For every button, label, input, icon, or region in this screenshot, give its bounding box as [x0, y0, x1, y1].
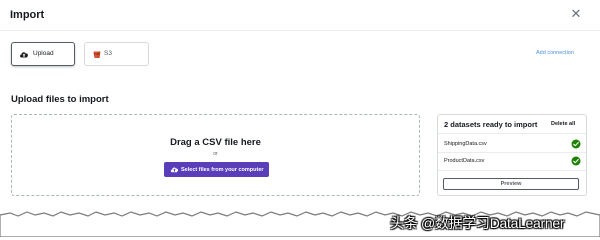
drag-instruction: Drag a CSV file here: [170, 137, 261, 148]
dialog-header: Import ✕: [0, 0, 600, 31]
upload-source-tile[interactable]: Upload: [11, 42, 75, 66]
dataset-file-name: ProductData.csv: [444, 158, 485, 164]
panel-divider: [438, 152, 586, 153]
panel-divider: [438, 170, 586, 171]
watermark: 头条 @数据学习DataLearner: [390, 215, 565, 231]
panel-divider: [438, 133, 586, 134]
import-dialog: Import ✕ Upload S3 Add connection Upload…: [0, 0, 600, 237]
check-circle-icon: [571, 139, 581, 149]
s3-source-tile[interactable]: S3: [84, 42, 149, 66]
dataset-row[interactable]: ShippingData.csv: [444, 139, 582, 150]
s3-source-label: S3: [104, 50, 112, 57]
dataset-file-name: ShippingData.csv: [444, 141, 487, 147]
check-circle-icon: [571, 156, 581, 166]
delete-all-button[interactable]: Delete all: [551, 121, 575, 127]
cloud-upload-icon: [20, 52, 28, 58]
add-connection-link[interactable]: Add connection: [536, 50, 574, 56]
datasets-panel-title: 2 datasets ready to import: [444, 120, 538, 129]
datasets-panel: 2 datasets ready to import Delete all Sh…: [437, 114, 587, 196]
upload-section-heading: Upload files to import: [11, 94, 109, 105]
dialog-title: Import: [10, 9, 45, 21]
or-separator: or: [213, 151, 218, 157]
preview-button[interactable]: Preview: [443, 178, 579, 190]
cloud-upload-icon: [170, 167, 179, 173]
upload-source-label: Upload: [33, 50, 54, 57]
csv-dropzone[interactable]: Drag a CSV file here or Select files fro…: [11, 114, 420, 196]
close-icon[interactable]: ✕: [569, 6, 583, 22]
s3-bucket-icon: [93, 51, 101, 58]
select-files-label: Select files from your computer: [181, 166, 264, 173]
select-files-button[interactable]: Select files from your computer: [164, 162, 269, 177]
dataset-row[interactable]: ProductData.csv: [444, 156, 582, 167]
